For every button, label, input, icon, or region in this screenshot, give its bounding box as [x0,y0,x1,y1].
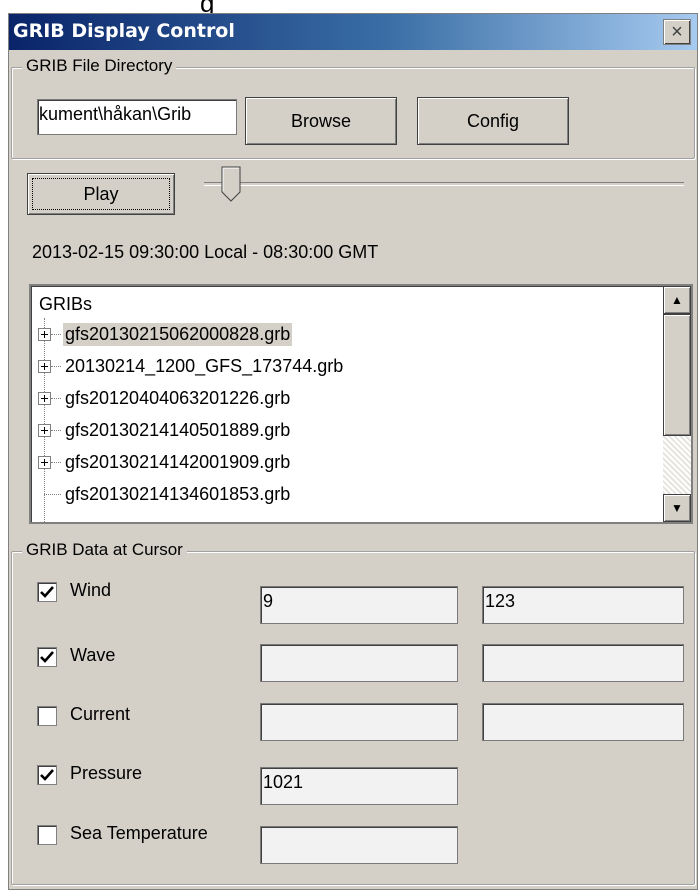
checkmark-icon [40,651,54,663]
time-slider-thumb[interactable] [221,166,241,202]
wave-checkbox[interactable] [37,647,57,667]
time-readout: 2013-02-15 09:30:00 Local - 08:30:00 GMT [32,242,379,262]
browse-button[interactable]: Browse [245,97,397,145]
config-button[interactable]: Config [417,97,569,145]
current-label: Current [70,704,131,724]
close-button[interactable]: × [663,19,691,45]
wind-label: Wind [70,580,112,600]
wind-checkbox[interactable] [37,582,57,602]
time-slider-track[interactable] [204,182,684,186]
pressure-value[interactable]: 1021 [260,767,458,805]
title-bar[interactable]: GRIB Display Control × [9,14,697,50]
tree-item[interactable]: gfs20130214142001909.grb [31,448,651,478]
checkmark-icon [40,769,54,781]
checkmark-icon [40,586,54,598]
tree-item[interactable]: gfs20130215062000828.grb [31,320,651,350]
file-directory-legend: GRIB File Directory [22,56,177,76]
wave-value-1[interactable] [260,644,458,682]
close-icon: × [671,21,683,43]
arrow-up-icon: ▲ [671,293,683,307]
tree-item-label: gfs20130214142001909.grb [65,452,291,472]
cursor-data-legend: GRIB Data at Cursor [22,540,187,560]
sea-temperature-value[interactable] [260,826,458,864]
gribs-tree[interactable]: GRIBs gfs20130215062000828.grb 20130214_… [29,284,693,524]
arrow-down-icon: ▼ [671,501,683,515]
tree-item-label: gfs20130214134601853.grb [65,484,291,504]
tree-item[interactable]: 20130214_1200_GFS_173744.grb [31,352,651,382]
tree-item[interactable]: gfs20130214140501889.grb [31,416,651,446]
wave-label: Wave [70,645,116,665]
current-value-2[interactable] [482,703,684,741]
pressure-label: Pressure [70,763,143,783]
plus-box-icon[interactable] [38,456,51,469]
sea-temperature-checkbox[interactable] [37,825,57,845]
tree-item-label: 20130214_1200_GFS_173744.grb [65,356,344,376]
tree-item[interactable]: gfs20120404063201226.grb [31,384,651,414]
grib-display-control-window: GRIB Display Control × GRIB File Directo… [8,13,698,890]
tree-item-label: gfs20130215062000828.grb [63,323,293,346]
current-value-1[interactable] [260,703,458,741]
tree-item-label: gfs20130214140501889.grb [65,420,291,440]
window-title: GRIB Display Control [13,20,235,42]
wind-value-2[interactable]: 123 [482,586,684,624]
sea-temperature-label: Sea Temperature [70,823,208,843]
wind-value-1[interactable]: 9 [260,586,458,624]
plus-box-icon[interactable] [38,360,51,373]
wave-value-2[interactable] [482,644,684,682]
plus-box-icon[interactable] [38,328,51,341]
scroll-thumb[interactable] [663,314,691,436]
tree-item-label: gfs20120404063201226.grb [65,388,291,408]
directory-path-field[interactable]: kument\håkan\Grib [37,99,237,135]
tree-scrollbar[interactable]: ▲ ▼ [663,286,691,522]
scroll-down-button[interactable]: ▼ [663,494,691,522]
scroll-up-button[interactable]: ▲ [663,286,691,314]
plus-box-icon[interactable] [38,392,51,405]
tree-root-gribs[interactable]: GRIBs [39,294,92,315]
tree-item[interactable]: gfs20130214134601853.grb [31,480,651,510]
pressure-checkbox[interactable] [37,765,57,785]
current-checkbox[interactable] [37,706,57,726]
plus-box-icon[interactable] [38,424,51,437]
play-button[interactable]: Play [27,173,175,215]
